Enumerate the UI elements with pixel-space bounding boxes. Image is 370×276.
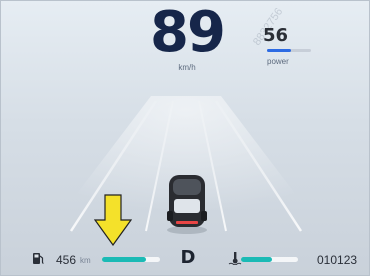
temperature-bar-fill <box>241 257 273 262</box>
speed-value: 89 <box>150 0 226 65</box>
range-bar-fill <box>102 257 146 262</box>
car-icon <box>167 175 207 234</box>
power-unit: power <box>267 57 289 66</box>
range-bar <box>102 257 160 262</box>
range-unit: km <box>80 256 91 265</box>
power-value: 56 <box>263 25 289 46</box>
down-arrow-icon <box>94 194 132 246</box>
coolant-temperature-icon <box>228 252 242 265</box>
temperature-bar <box>241 257 298 262</box>
odometer-value: 010123 <box>317 253 358 267</box>
fuel-pump-icon <box>33 253 44 264</box>
power-bar <box>267 49 311 52</box>
status-bar: 456 km D 010123 <box>1 245 369 271</box>
range-value: 456 <box>56 253 77 267</box>
power-bar-fill <box>267 49 292 52</box>
instrument-cluster: 8832756 89 km/h 56 power 456 km D 010123 <box>0 0 370 276</box>
gear-indicator: D <box>180 247 196 268</box>
speed-unit: km/h <box>178 63 196 72</box>
